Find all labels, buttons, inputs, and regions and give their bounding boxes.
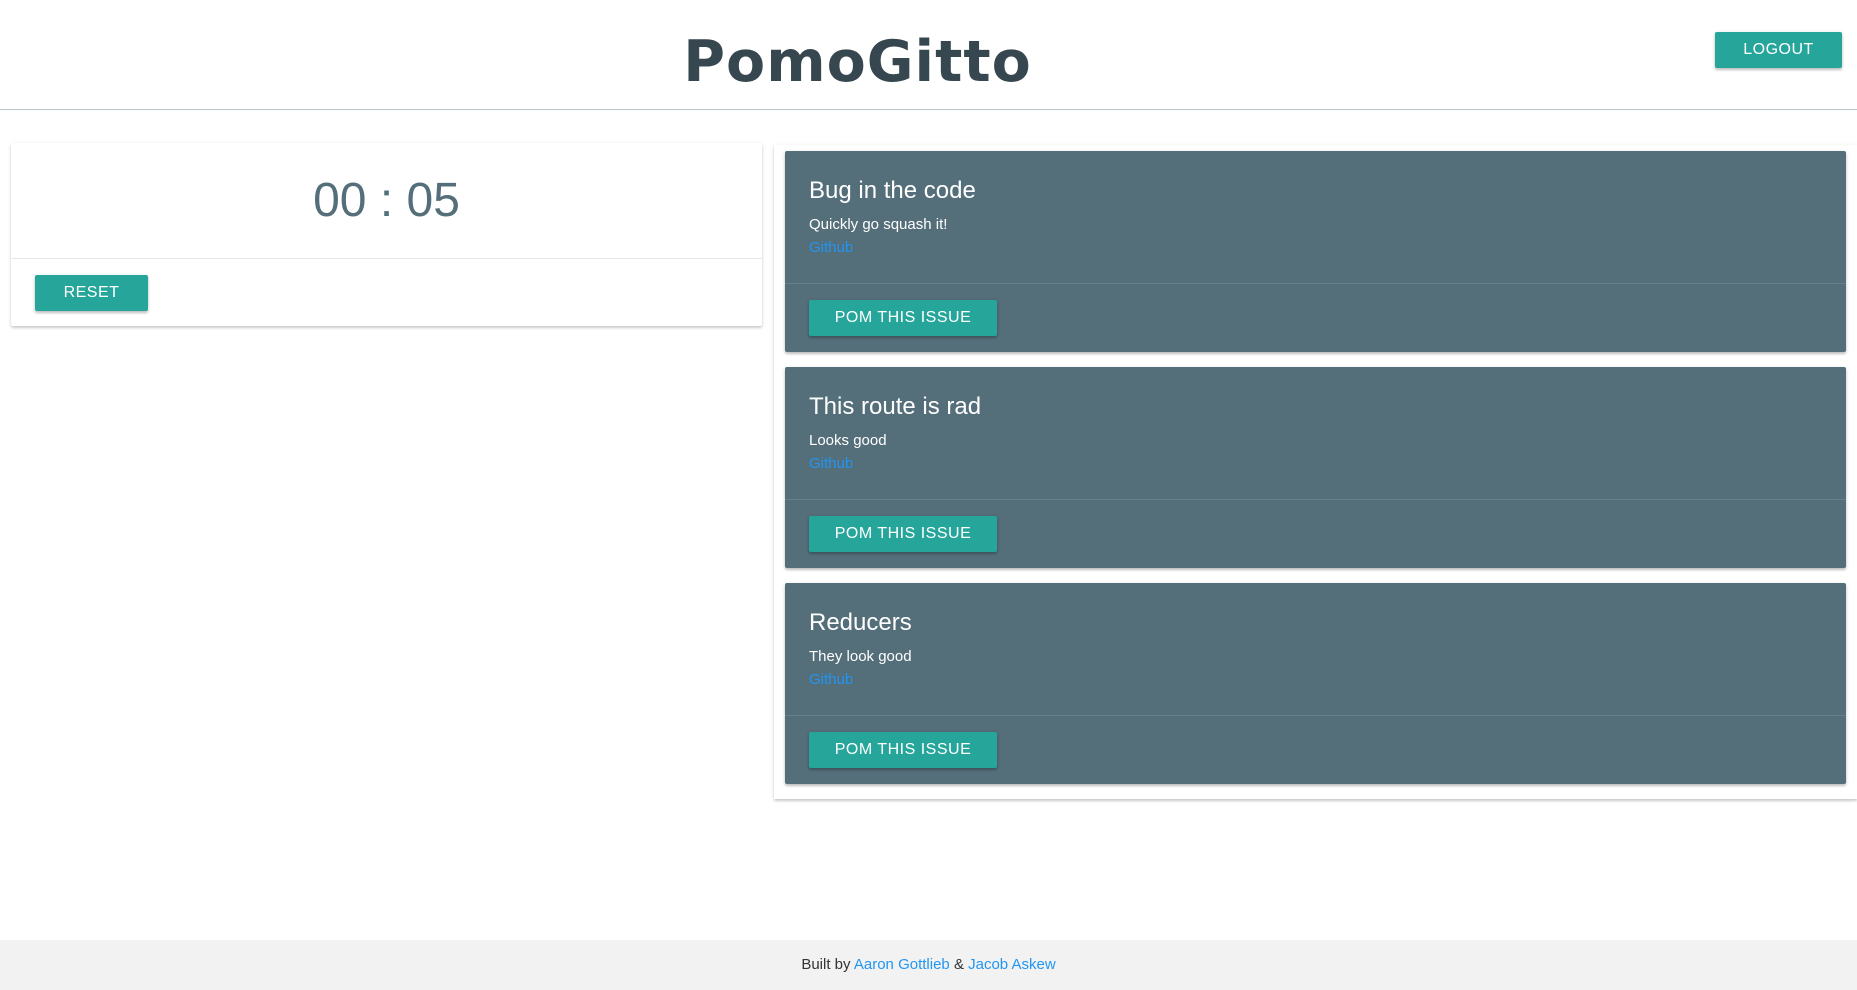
issue-description: They look good [809, 648, 912, 665]
github-link[interactable]: Github [809, 455, 853, 472]
pom-issue-button[interactable]: POM THIS ISSUE [809, 732, 997, 768]
footer-separator: & [953, 956, 964, 973]
issue-title: Reducers [809, 609, 912, 636]
timer-display: 00 : 05 [313, 174, 460, 227]
divider [785, 283, 1846, 284]
github-link[interactable]: Github [809, 239, 853, 256]
divider [785, 499, 1846, 500]
issue-title: This route is rad [809, 393, 982, 420]
app-logo: PomoGitto [683, 29, 1032, 95]
issue-description: Quickly go squash it! [809, 216, 948, 233]
issue-card: Bug in the code Quickly go squash it! Gi… [785, 151, 1846, 352]
logout-button[interactable]: LOGOUT [1715, 32, 1842, 68]
issue-card: This route is rad Looks good Github POM … [785, 367, 1846, 568]
header: PomoGitto LOGOUT [0, 0, 1857, 110]
reset-button[interactable]: RESET [35, 275, 148, 311]
issues-panel: Bug in the code Quickly go squash it! Gi… [774, 145, 1857, 799]
footer: Built by Aaron Gottlieb & Jacob Askew [0, 940, 1857, 990]
footer-prefix: Built by [801, 956, 851, 973]
issue-title: Bug in the code [809, 177, 976, 204]
author-link-aaron[interactable]: Aaron Gottlieb [854, 956, 950, 973]
divider [11, 258, 762, 259]
issue-description: Looks good [809, 432, 887, 449]
timer-card: 00 : 05 RESET [11, 143, 762, 326]
pom-issue-button[interactable]: POM THIS ISSUE [809, 516, 997, 552]
divider [785, 715, 1846, 716]
issue-card: Reducers They look good Github POM THIS … [785, 583, 1846, 784]
author-link-jacob[interactable]: Jacob Askew [968, 956, 1056, 973]
pom-issue-button[interactable]: POM THIS ISSUE [809, 300, 997, 336]
github-link[interactable]: Github [809, 671, 853, 688]
